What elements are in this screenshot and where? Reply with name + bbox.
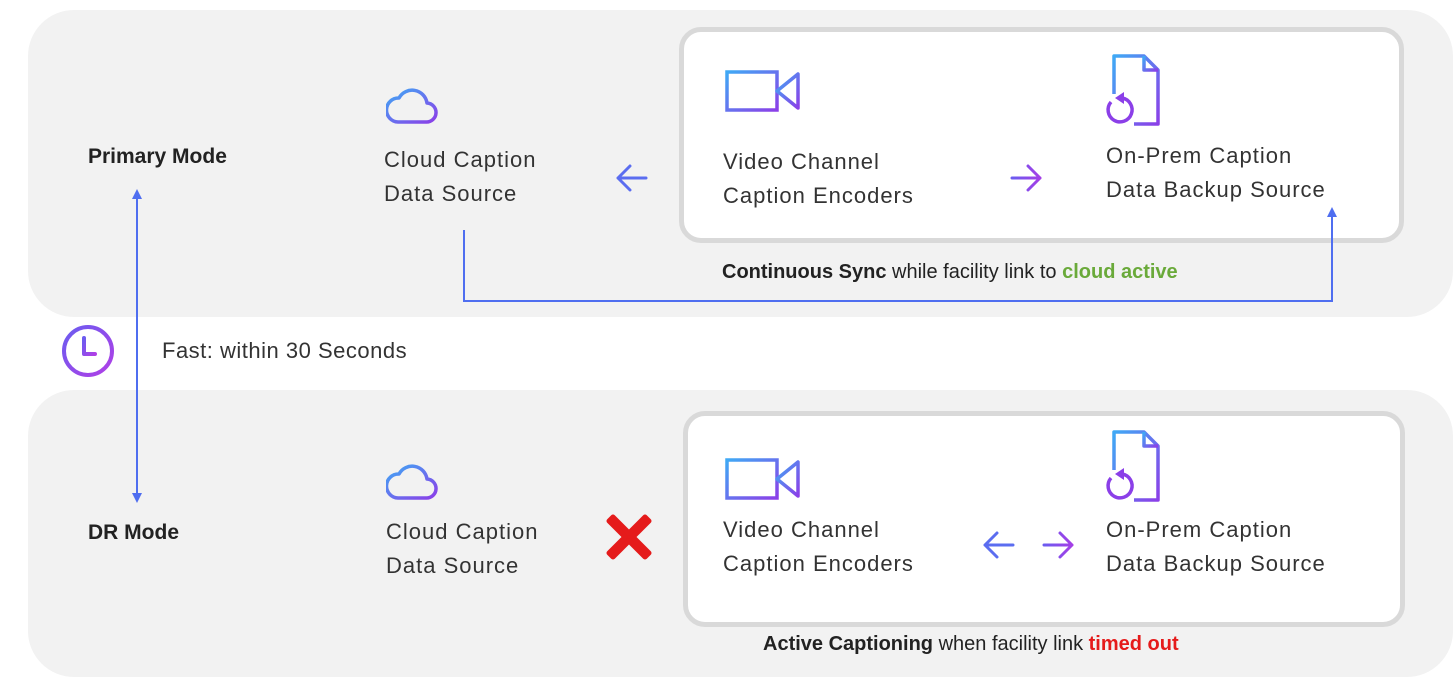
- cloud-icon: [386, 464, 438, 500]
- document-restore-icon: [1106, 430, 1160, 502]
- mode-switch-arrow: [132, 189, 142, 503]
- arrow-left-icon: [616, 164, 648, 192]
- cloud-icon: [386, 88, 438, 124]
- arrow-right-icon: [1042, 531, 1074, 559]
- video-camera-icon: [725, 70, 800, 112]
- sync-connector-line: [463, 207, 1337, 302]
- failure-x-icon: [606, 514, 652, 560]
- arrow-left-icon: [983, 531, 1015, 559]
- arrow-right-icon: [1010, 164, 1042, 192]
- video-camera-icon: [725, 458, 800, 500]
- document-restore-icon: [1106, 54, 1160, 126]
- clock-icon: [62, 325, 114, 377]
